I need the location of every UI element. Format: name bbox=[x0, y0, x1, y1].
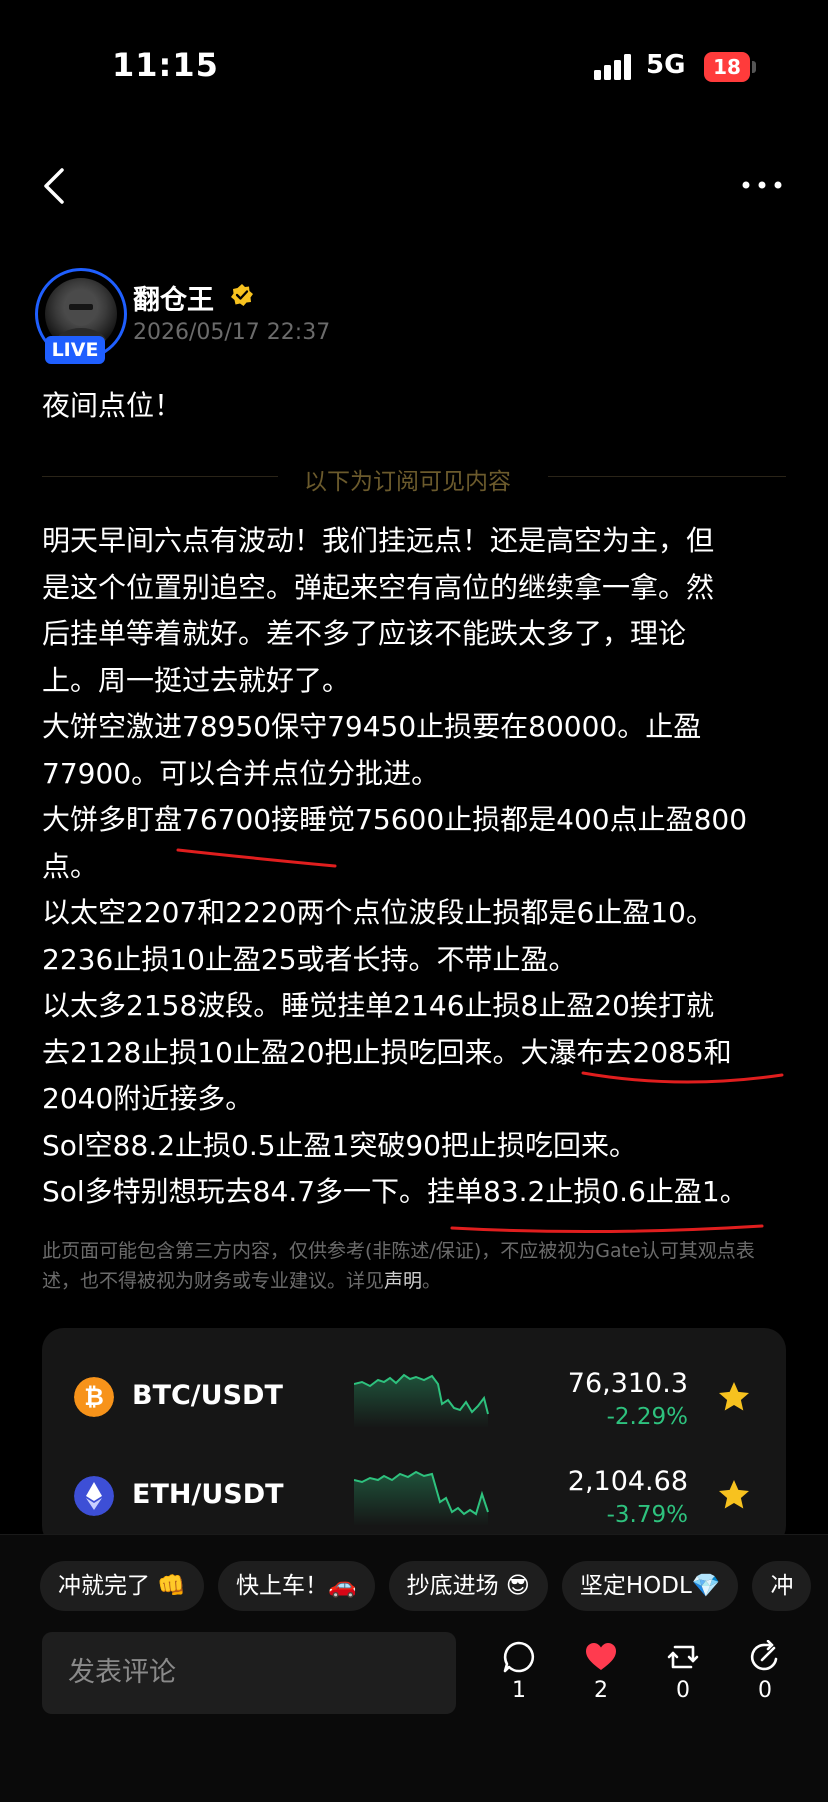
comment-button[interactable]: 1 bbox=[489, 1640, 549, 1703]
svg-text:₿: ₿ bbox=[84, 1383, 104, 1411]
quick-reply-chip[interactable]: 冲就完了 👊 bbox=[40, 1561, 204, 1611]
ticker-price: 76,310.3 bbox=[567, 1368, 688, 1399]
share-count: 0 bbox=[758, 1678, 772, 1703]
share-button[interactable]: 0 bbox=[735, 1640, 795, 1703]
signal-icon bbox=[594, 54, 631, 80]
ticker-change: -2.29% bbox=[606, 1404, 688, 1430]
btc-sparkline bbox=[354, 1373, 489, 1428]
verified-icon bbox=[231, 284, 253, 306]
eth-sparkline bbox=[354, 1470, 489, 1526]
more-icon[interactable] bbox=[740, 170, 784, 200]
live-badge[interactable]: LIVE bbox=[45, 336, 105, 364]
post-title: 夜间点位！ bbox=[42, 389, 183, 422]
ticker-card: ₿ BTC/USDT 76,310.3 -2.29% ETH/USDT 2,10… bbox=[42, 1328, 786, 1548]
star-icon[interactable] bbox=[716, 1477, 752, 1513]
quick-reply-chip[interactable]: 冲 bbox=[752, 1561, 812, 1611]
star-icon[interactable] bbox=[716, 1379, 752, 1415]
ticker-change: -3.79% bbox=[606, 1502, 688, 1528]
battery-icon: 18 bbox=[704, 52, 750, 82]
divider-left bbox=[42, 476, 278, 477]
post-line: Sol空88.2止损0.5止盈1突破90把止损吃回来。 bbox=[42, 1128, 638, 1162]
quick-reply-chip[interactable]: 快上车！🚗 bbox=[217, 1561, 375, 1611]
post-line: 2236止损10止盈25或者长持。不带止盈。 bbox=[42, 942, 577, 976]
disclaimer-link[interactable]: 声明 bbox=[384, 1270, 422, 1292]
disclaimer: 此页面可能包含第三方内容，仅供参考(非陈述/保证)，不应被视为Gate认可其观点… bbox=[42, 1236, 792, 1296]
post-line: 大饼多盯盘76700接睡觉75600止损都是400点止盈800 bbox=[42, 803, 748, 836]
repost-button[interactable]: 0 bbox=[653, 1640, 713, 1703]
ticker-price: 2,104.68 bbox=[567, 1466, 688, 1497]
post-line: 以太空2207和2220两个点位波段止损都是6止盈10。 bbox=[42, 896, 714, 929]
post-date: 2026/05/17 22:37 bbox=[133, 320, 331, 345]
post-line: 上。周一挺过去就好了。 bbox=[42, 663, 351, 697]
quick-reply-chip[interactable]: 坚定HODL💎 bbox=[561, 1561, 739, 1611]
repost-icon bbox=[667, 1645, 699, 1669]
post-line: 明天早间六点有波动！我们挂远点！还是高空为主，但 bbox=[42, 524, 715, 557]
post-line: 以太多2158波段。睡觉挂单2146止损8止盈20挨打就 bbox=[42, 989, 714, 1022]
post-line: Sol多特别想玩去84.7多一下。挂单83.2止损0.6止盈1。 bbox=[42, 1175, 748, 1208]
author-name[interactable]: 翻仓王 bbox=[133, 278, 214, 317]
post-line: 是这个位置别追空。弹起来空有高位的继续拿一拿。然 bbox=[42, 570, 715, 604]
heart-icon bbox=[586, 1643, 616, 1670]
post-body: 明天早间六点有波动！我们挂远点！还是高空为主，但 是这个位置别追空。弹起来空有高… bbox=[42, 518, 792, 1216]
ethereum-icon bbox=[74, 1476, 114, 1516]
post-line: 去2128止损10止盈20把止损吃回来。大瀑布去2085和 bbox=[42, 1035, 732, 1069]
quick-reply-chip[interactable]: 抄底进场 😎 bbox=[388, 1561, 548, 1611]
post-line: 点。 bbox=[42, 849, 99, 883]
divider-right bbox=[548, 476, 786, 477]
status-time: 11:15 bbox=[112, 46, 219, 84]
share-icon bbox=[750, 1640, 778, 1671]
subscriber-divider: 以下为订阅可见内容 bbox=[304, 469, 511, 495]
post-line: 大饼空激进78950保守79450止损要在80000。止盈 bbox=[42, 710, 702, 743]
battery-cap bbox=[752, 61, 756, 73]
post-line: 77900。可以合并点位分批进。 bbox=[42, 756, 440, 790]
like-count: 2 bbox=[594, 1678, 608, 1703]
quick-replies: 冲就完了 👊 快上车！🚗 抄底进场 😎 坚定HODL💎 冲 bbox=[40, 1561, 825, 1613]
post-line: 后挂单等着就好。差不多了应该不能跌太多了，理论 bbox=[42, 617, 687, 650]
back-icon[interactable] bbox=[40, 166, 70, 206]
comment-icon bbox=[503, 1641, 535, 1673]
network-label: 5G bbox=[646, 50, 686, 80]
bitcoin-icon: ₿ bbox=[74, 1377, 114, 1417]
disclaimer-end: 。 bbox=[422, 1270, 442, 1292]
comment-input[interactable]: 发表评论 bbox=[42, 1632, 456, 1714]
ticker-pair: BTC/USDT bbox=[132, 1380, 283, 1411]
ticker-pair: ETH/USDT bbox=[132, 1479, 284, 1510]
repost-count: 0 bbox=[676, 1678, 690, 1703]
comment-count: 1 bbox=[512, 1678, 526, 1703]
like-button[interactable]: 2 bbox=[571, 1640, 631, 1703]
post-line: 2040附近接多。 bbox=[42, 1082, 254, 1115]
